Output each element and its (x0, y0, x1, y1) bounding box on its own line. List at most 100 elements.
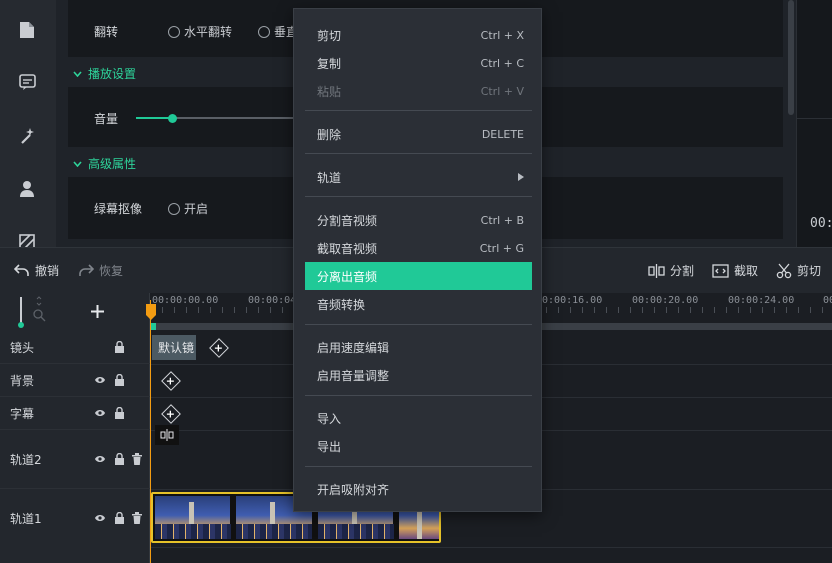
zoom-search-icon[interactable] (32, 296, 46, 326)
menu-separator (305, 395, 532, 396)
add-track-icon[interactable] (90, 304, 105, 319)
submenu-arrow-icon (518, 173, 524, 181)
undo-icon (14, 264, 29, 276)
zoom-slider[interactable] (20, 297, 22, 325)
volume-slider-track[interactable] (173, 117, 303, 119)
redo-icon (79, 264, 94, 276)
eye-icon[interactable] (94, 374, 106, 386)
split-button[interactable]: 分割 (648, 262, 694, 279)
volume-slider-handle[interactable] (168, 114, 177, 123)
redo-button[interactable]: 恢复 (78, 262, 123, 279)
lane-divider (150, 547, 832, 548)
cut-button[interactable]: 剪切 (776, 262, 821, 279)
eye-icon[interactable] (94, 453, 106, 465)
lock-icon[interactable] (113, 374, 125, 386)
timeline-header (0, 293, 150, 331)
menu-item-import[interactable]: 导入 (305, 404, 532, 432)
menu-item-label: 剪切 (317, 28, 342, 43)
menu-item-copy[interactable]: 复制 Ctrl + C (305, 49, 532, 77)
video-editor-window: 翻转 水平翻转 垂直 播放设置 音量 高级属性 绿幕抠像 开启 00: 撤销 恢… (0, 0, 832, 563)
track-header-track2: 轨道2 (0, 430, 150, 489)
track-header-lens: 镜头 (0, 331, 150, 364)
playhead-handle-icon[interactable] (146, 304, 156, 320)
redo-label: 恢复 (99, 264, 124, 278)
menu-item-export[interactable]: 导出 (305, 432, 532, 460)
menu-separator (305, 153, 532, 154)
trash-icon[interactable] (131, 512, 143, 524)
add-subtitle-button[interactable]: + (161, 404, 181, 424)
ruler-tick: 00:00:00.00 (152, 295, 219, 306)
flip-vertical-radio[interactable]: 垂直 (258, 23, 298, 40)
property-panel-scrollbar[interactable] (788, 0, 794, 115)
menu-item-track[interactable]: 轨道 (305, 163, 532, 191)
file-icon[interactable] (16, 19, 38, 41)
lens-clip[interactable]: 默认镜 (152, 335, 196, 360)
advanced-section-title: 高级属性 (88, 157, 137, 171)
menu-item-label: 导出 (317, 439, 342, 454)
lock-icon[interactable] (113, 341, 125, 353)
flip-label: 翻转 (94, 25, 119, 39)
zoom-slider-handle[interactable] (18, 322, 24, 328)
lock-icon[interactable] (113, 407, 125, 419)
menu-item-cut[interactable]: 剪切 Ctrl + X (305, 21, 532, 49)
track-name: 背景 (10, 373, 35, 388)
advanced-section-header[interactable]: 高级属性 (73, 155, 136, 172)
track-name: 轨道1 (10, 511, 42, 526)
menu-item-label: 开启吸附对齐 (317, 482, 390, 497)
menu-item-audio-convert[interactable]: 音频转换 (305, 290, 532, 318)
preview-time: 00: (810, 216, 832, 231)
preview-divider (797, 118, 832, 119)
left-tool-rail (0, 0, 56, 250)
person-icon[interactable] (16, 178, 38, 200)
track-header-subtitle: 字幕 (0, 397, 150, 430)
menu-item-split-av[interactable]: 分割音视频 Ctrl + B (305, 206, 532, 234)
menu-item-label: 删除 (317, 127, 342, 142)
undo-button[interactable]: 撤销 (14, 262, 59, 279)
menu-item-speed-edit[interactable]: 启用速度编辑 (305, 333, 532, 361)
menu-item-detach-audio[interactable]: 分离出音频 (305, 262, 532, 290)
scissors-icon (776, 263, 792, 278)
split-label: 分割 (670, 264, 695, 278)
plus-icon: + (166, 407, 176, 421)
ruler-tick: 00 (823, 295, 832, 306)
menu-item-label: 分割音视频 (317, 213, 378, 228)
playback-section-header[interactable]: 播放设置 (73, 65, 136, 82)
menu-item-label: 粘贴 (317, 84, 342, 99)
video-thumbnail (155, 496, 231, 539)
menu-item-shortcut: Ctrl + B (480, 213, 524, 227)
menu-item-trim-av[interactable]: 截取音视频 Ctrl + G (305, 234, 532, 262)
preview-panel: 00: (796, 0, 832, 247)
crop-button[interactable]: 截取 (712, 262, 758, 279)
chroma-key-enable-radio[interactable]: 开启 (168, 200, 208, 217)
menu-item-shortcut: DELETE (481, 127, 524, 141)
undo-label: 撤销 (35, 264, 60, 278)
add-lens-button[interactable]: + (209, 338, 229, 358)
eye-icon[interactable] (94, 512, 106, 524)
lock-icon[interactable] (113, 512, 125, 524)
eye-icon[interactable] (94, 407, 106, 419)
menu-item-shortcut: Ctrl + X (480, 28, 524, 42)
ruler-tick: 00:00:24.00 (728, 295, 795, 306)
menu-item-label: 音频转换 (317, 297, 366, 312)
magic-wand-icon[interactable] (16, 124, 38, 146)
menu-item-delete[interactable]: 删除 DELETE (305, 120, 532, 148)
add-background-button[interactable]: + (161, 371, 181, 391)
trash-icon[interactable] (131, 453, 143, 465)
menu-separator (305, 110, 532, 111)
lock-icon[interactable] (113, 453, 125, 465)
flip-horizontal-radio[interactable]: 水平翻转 (168, 23, 232, 40)
menu-item-volume-adjust[interactable]: 启用音量调整 (305, 361, 532, 389)
menu-item-paste: 粘贴 Ctrl + V (305, 77, 532, 105)
crop-icon (712, 263, 729, 278)
playhead-line[interactable] (150, 300, 151, 563)
ruler-tick: 00:00:16.00 (536, 295, 603, 306)
radio-circle-icon (168, 202, 180, 215)
menu-item-shortcut: Ctrl + V (480, 84, 524, 98)
radio-circle-icon (258, 25, 270, 38)
track-name: 字幕 (10, 406, 35, 421)
track-header-background: 背景 (0, 364, 150, 397)
menu-item-snap-align[interactable]: 开启吸附对齐 (305, 475, 532, 503)
menu-item-shortcut: Ctrl + C (480, 56, 524, 70)
track-name: 镜头 (10, 340, 35, 355)
subtitle-icon[interactable] (16, 71, 38, 93)
